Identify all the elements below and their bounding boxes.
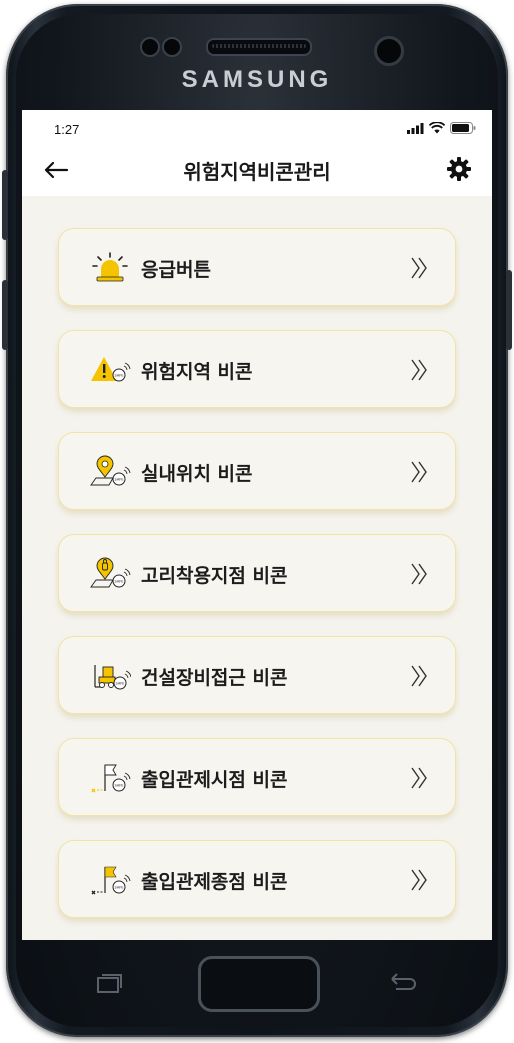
gear-icon[interactable]: [446, 156, 472, 182]
location-beacon-icon: SAFE: [90, 455, 131, 486]
menu-item-label: 실내위치 비콘: [141, 463, 253, 485]
start-flag-beacon-icon: SAFE: [91, 764, 131, 793]
menu-item-harness-point-beacon[interactable]: SAFE 고리착용지점 비콘: [58, 534, 456, 612]
app-bar: 위험지역비콘관리: [22, 144, 492, 196]
page-title: 위험지역비콘관리: [183, 160, 331, 184]
svg-text:SAFE: SAFE: [115, 374, 124, 378]
battery-icon: [450, 122, 476, 134]
menu-item-label: 고리착용지점 비콘: [141, 565, 288, 587]
double-chevron-right-icon: [411, 767, 427, 789]
double-chevron-right-icon: [411, 869, 427, 891]
end-flag-beacon-icon: SAFE: [91, 866, 131, 895]
power-button: [506, 270, 512, 350]
svg-text:SAFE: SAFE: [116, 682, 125, 686]
front-camera: [374, 36, 404, 66]
signal-icon: [407, 122, 424, 134]
double-chevron-right-icon: [411, 563, 427, 585]
earpiece-speaker: [206, 38, 312, 56]
home-button[interactable]: [198, 956, 320, 1012]
status-icons: [407, 122, 476, 134]
menu-item-label: 출입관제시점 비콘: [141, 769, 288, 791]
menu-item-access-start-beacon[interactable]: SAFE 출입관제시점 비콘: [58, 738, 456, 816]
siren-icon: [92, 252, 128, 282]
harness-beacon-icon: SAFE: [90, 557, 131, 588]
wifi-icon: [429, 122, 445, 134]
double-chevron-right-icon: [411, 461, 427, 483]
svg-text:SAFE: SAFE: [115, 478, 124, 482]
menu-item-access-end-beacon[interactable]: SAFE 출입관제종점 비콘: [58, 840, 456, 918]
svg-text:SAFE: SAFE: [115, 784, 124, 788]
brand-logo: SAMSUNG: [181, 66, 333, 93]
sensor: [140, 37, 160, 57]
volume-button: [2, 280, 8, 350]
screen: 1:27 위험지역비콘관리 응급버튼 SAFE 위험지역 비콘 SAFE 실내위…: [22, 110, 492, 940]
menu-item-danger-zone-beacon[interactable]: SAFE 위험지역 비콘: [58, 330, 456, 408]
menu-item-emergency-button[interactable]: 응급버튼: [58, 228, 456, 306]
menu-item-indoor-location-beacon[interactable]: SAFE 실내위치 비콘: [58, 432, 456, 510]
warning-beacon-icon: SAFE: [91, 357, 131, 382]
status-bar: 1:27: [22, 110, 492, 144]
menu-item-label: 출입관제종점 비콘: [141, 871, 288, 893]
svg-text:SAFE: SAFE: [115, 886, 124, 890]
svg-text:SAFE: SAFE: [115, 580, 124, 584]
menu-item-label: 건설장비접근 비콘: [141, 667, 288, 689]
equipment-beacon-icon: SAFE: [94, 665, 131, 690]
volume-button: [2, 170, 8, 240]
menu-item-label: 위험지역 비콘: [141, 361, 253, 383]
double-chevron-right-icon: [411, 665, 427, 687]
sensor: [162, 37, 182, 57]
back-icon[interactable]: [386, 972, 418, 1000]
double-chevron-right-icon: [411, 359, 427, 381]
menu-item-label: 응급버튼: [141, 259, 211, 281]
recent-apps-icon[interactable]: [94, 972, 124, 1000]
double-chevron-right-icon: [411, 257, 427, 279]
status-time: 1:27: [54, 122, 80, 137]
menu-item-equipment-approach-beacon[interactable]: SAFE 건설장비접근 비콘: [58, 636, 456, 714]
